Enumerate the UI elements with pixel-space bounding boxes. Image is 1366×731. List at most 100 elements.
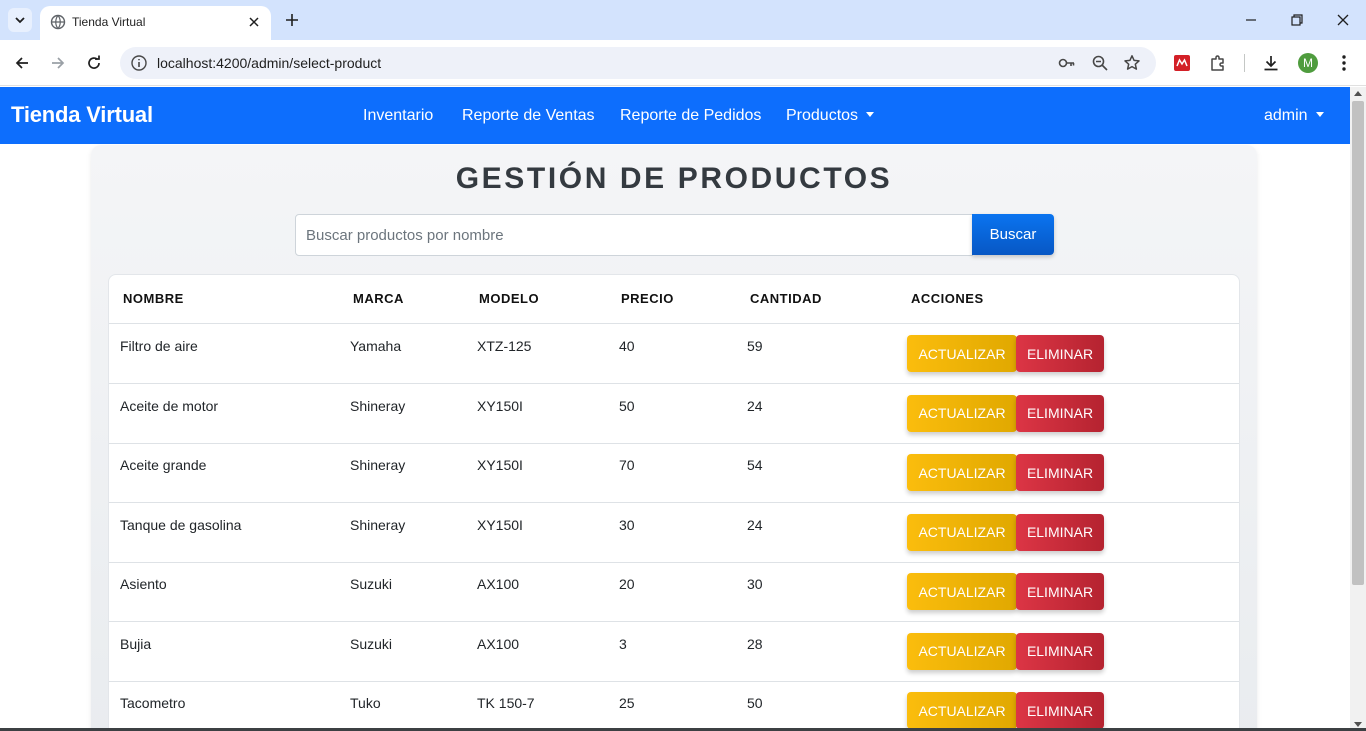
zoom-icon[interactable] (1091, 54, 1109, 72)
cell-nombre: Asiento (120, 576, 167, 592)
cell-nombre: Bujia (120, 635, 152, 652)
cell-marca: Shineray (350, 457, 406, 473)
header-nombre: NOMBRE (123, 291, 184, 306)
header-cantidad: CANTIDAD (750, 291, 822, 306)
nav-link-reporte-pedidos[interactable]: Reporte de Pedidos (620, 106, 761, 125)
cell-marca: Shineray (350, 397, 406, 414)
delete-button[interactable]: ELIMINAR (1016, 513, 1104, 551)
scroll-up-arrow-icon[interactable] (1354, 91, 1362, 96)
table-header: NOMBRE MARCA MODELO PRECIO CANTIDAD ACCI… (109, 275, 1239, 324)
header-acciones: ACCIONES (911, 291, 984, 306)
nav-link-inventario[interactable]: Inventario (363, 106, 433, 125)
cell-modelo: XY150I (477, 516, 523, 533)
cell-nombre: Tacometro (120, 695, 186, 711)
bookmark-star-icon[interactable] (1123, 54, 1141, 72)
cell-precio: 25 (619, 695, 635, 711)
cell-modelo: AX100 (477, 576, 520, 592)
download-icon[interactable] (1260, 52, 1282, 74)
update-button[interactable]: ACTUALIZAR (907, 632, 1017, 670)
cell-nombre: Filtro de aire (120, 338, 198, 354)
delete-button[interactable]: ELIMINAR (1016, 335, 1104, 372)
user-dropdown[interactable]: admin (1264, 106, 1324, 125)
header-modelo: MODELO (479, 291, 540, 306)
page-scrollbar[interactable] (1350, 87, 1366, 731)
restore-icon[interactable] (1285, 8, 1309, 32)
page-title: GESTIÓN DE PRODUCTOS (455, 162, 893, 195)
profile-avatar[interactable]: M (1298, 53, 1318, 73)
update-button[interactable]: ACTUALIZAR (907, 513, 1017, 551)
extension-red-icon[interactable] (1171, 52, 1193, 74)
cell-modelo: AX100 (477, 635, 520, 652)
caret-down-icon (1315, 112, 1324, 117)
cell-cantidad: 59 (747, 338, 763, 354)
key-icon[interactable] (1058, 54, 1076, 72)
back-icon[interactable] (10, 51, 34, 75)
cell-cantidad: 28 (747, 635, 763, 652)
browser-menu-icon[interactable] (1333, 52, 1355, 74)
cell-modelo: XTZ-125 (477, 338, 532, 354)
cell-cantidad: 30 (747, 576, 763, 592)
browser-tab-strip: Tienda Virtual (0, 0, 1366, 40)
table-row: Bujia Suzuki AX100 3 28 ACTUALIZAR ELIMINAR (109, 622, 1239, 682)
nav-link-reporte-ventas[interactable]: Reporte de Ventas (462, 106, 595, 125)
cell-cantidad: 24 (747, 516, 763, 533)
cell-cantidad: 54 (747, 457, 763, 473)
user-name: admin (1264, 107, 1308, 124)
nav-dropdown-productos-label: Productos (786, 107, 859, 124)
cell-marca: Shineray (350, 516, 406, 533)
nav-dropdown-productos[interactable]: Productos (786, 106, 875, 125)
cell-precio: 70 (619, 457, 635, 473)
delete-button[interactable]: ELIMINAR (1016, 632, 1104, 670)
products-table: NOMBRE MARCA MODELO PRECIO CANTIDAD ACCI… (108, 274, 1240, 731)
product-management-card: GESTIÓN DE PRODUCTOS Buscar NOMBRE MARCA… (91, 145, 1257, 731)
chevron-down-icon (15, 17, 25, 24)
delete-button[interactable]: ELIMINAR (1016, 573, 1104, 610)
update-button[interactable]: ACTUALIZAR (907, 573, 1017, 610)
address-bar[interactable]: localhost:4200/admin/select-product (120, 47, 1156, 79)
browser-toolbar: localhost:4200/admin/select-product (0, 40, 1366, 86)
cell-nombre: Tanque de gasolina (120, 516, 242, 533)
delete-button[interactable]: ELIMINAR (1016, 692, 1104, 729)
update-button[interactable]: ACTUALIZAR (907, 692, 1017, 729)
tab-title: Tienda Virtual (72, 15, 146, 29)
cell-precio: 20 (619, 576, 635, 592)
cell-cantidad: 24 (747, 397, 763, 414)
header-precio: PRECIO (621, 291, 674, 306)
table-row: Filtro de aire Yamaha XTZ-125 40 59 ACTUALIZA… (109, 324, 1239, 384)
navbar-brand[interactable]: Tienda Virtual (11, 102, 153, 128)
update-button[interactable]: ACTUALIZAR (907, 454, 1017, 491)
table-row: Tanque de gasolina Shineray XY150I 30 24 ACTU… (109, 503, 1239, 563)
caret-down-icon (866, 112, 875, 117)
new-tab-icon[interactable] (282, 10, 302, 30)
search-input[interactable] (295, 214, 973, 256)
scrollbar-thumb[interactable] (1352, 101, 1364, 585)
browser-tab-active[interactable]: Tienda Virtual (40, 6, 271, 40)
close-tab-icon[interactable] (245, 13, 263, 31)
cell-marca: Suzuki (350, 635, 393, 652)
cell-modelo: TK 150-7 (477, 695, 535, 711)
minimize-icon[interactable] (1239, 8, 1263, 32)
url-text: localhost:4200/admin/select-product (157, 55, 382, 71)
delete-button[interactable]: ELIMINAR (1016, 454, 1104, 491)
update-button[interactable]: ACTUALIZAR (907, 394, 1017, 432)
cell-modelo: XY150I (477, 397, 523, 414)
cell-precio: 50 (619, 397, 635, 414)
cell-precio: 3 (619, 635, 627, 652)
reload-icon[interactable] (82, 51, 106, 75)
cell-nombre: Aceite grande (120, 457, 207, 473)
scroll-down-arrow-icon[interactable] (1354, 722, 1362, 727)
close-window-icon[interactable] (1331, 8, 1355, 32)
table-row: Tacometro Tuko TK 150-7 25 50 ACTUALIZAR ELIMI… (109, 681, 1239, 731)
extensions-puzzle-icon[interactable] (1207, 52, 1229, 74)
cell-marca: Tuko (350, 695, 381, 711)
delete-button[interactable]: ELIMINAR (1016, 394, 1104, 432)
table-row: Aceite de motor Shineray XY150I 50 24 ACTUALI… (109, 384, 1239, 444)
tab-search-button[interactable] (8, 8, 32, 32)
header-marca: MARCA (353, 291, 404, 306)
search-button[interactable]: Buscar (972, 214, 1054, 255)
cell-precio: 30 (619, 516, 635, 533)
update-button[interactable]: ACTUALIZAR (907, 335, 1017, 372)
forward-icon[interactable] (46, 51, 70, 75)
site-info-icon[interactable] (130, 54, 148, 72)
cell-modelo: XY150I (477, 457, 523, 473)
